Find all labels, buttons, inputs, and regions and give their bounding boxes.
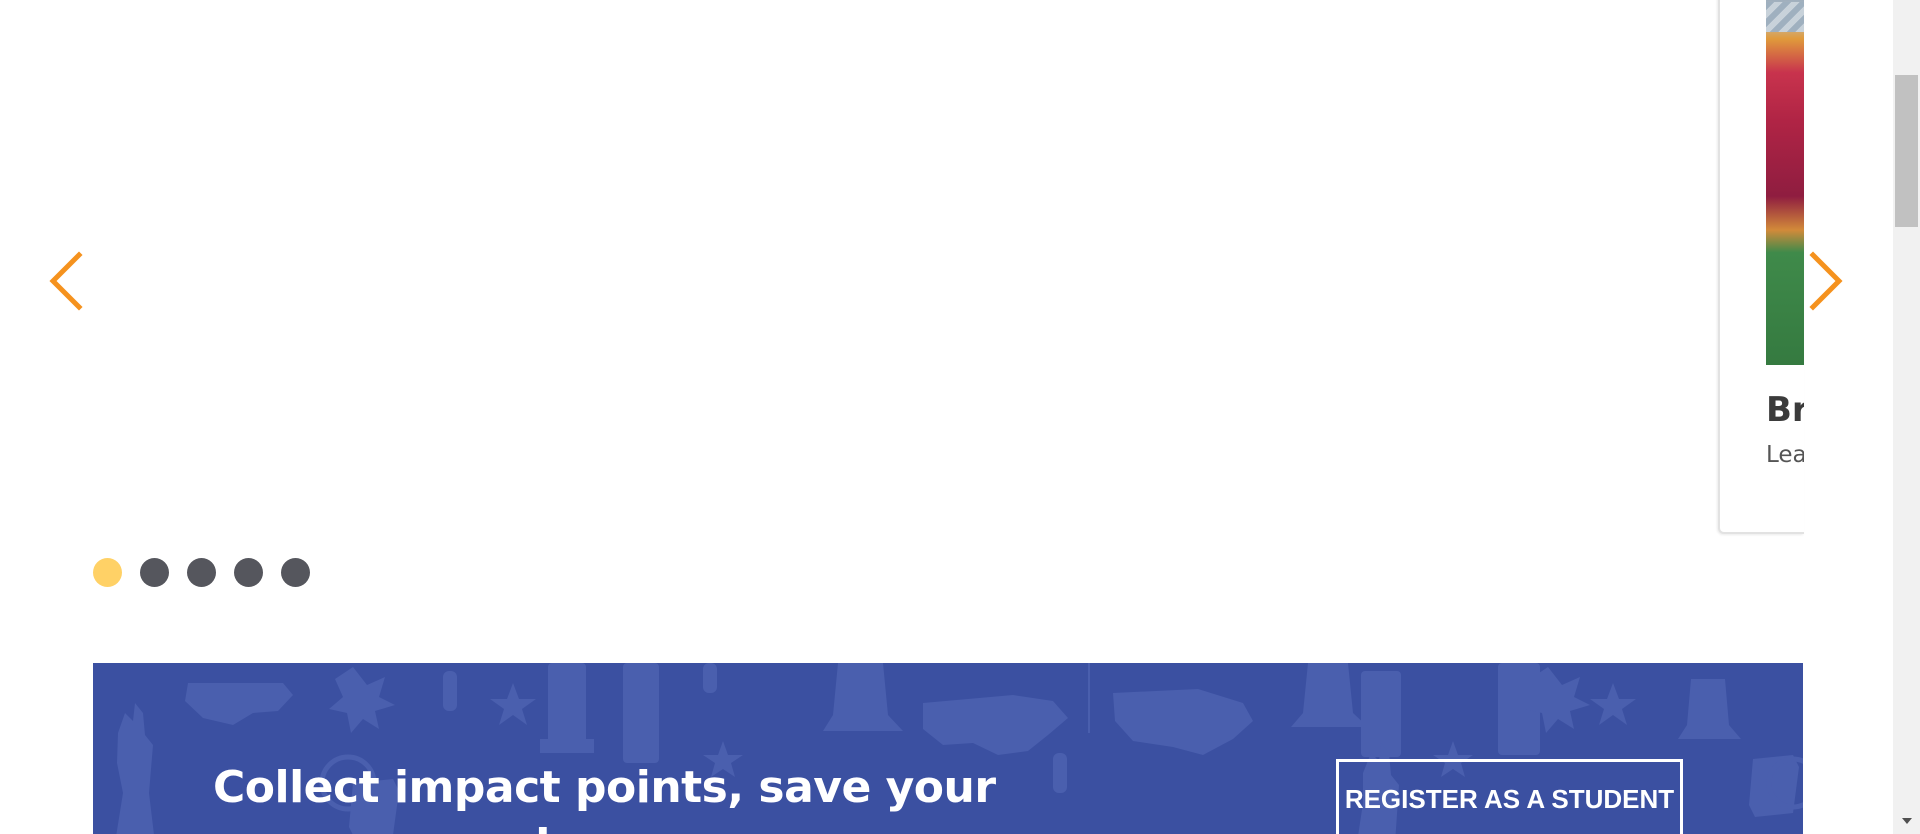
- page-scrollbar[interactable]: [1893, 0, 1920, 834]
- triangle-down-icon: [1901, 818, 1912, 824]
- carousel: Br Lea: [0, 0, 1843, 620]
- chevron-right-icon: [1809, 251, 1843, 311]
- register-banner: Collect impact points, save your progres…: [93, 663, 1803, 834]
- banner-heading: Collect impact points, save your progres…: [213, 762, 996, 834]
- scroll-down-button[interactable]: [1893, 808, 1920, 834]
- register-student-button[interactable]: REGISTER AS A STUDENT: [1336, 759, 1683, 834]
- carousel-dot-2[interactable]: [140, 558, 169, 587]
- carousel-next-button[interactable]: [1802, 246, 1852, 316]
- carousel-dot-3[interactable]: [187, 558, 216, 587]
- carousel-card-peek[interactable]: Br Lea: [1718, 0, 1804, 534]
- carousel-dot-4[interactable]: [234, 558, 263, 587]
- card-title: Br: [1766, 390, 1804, 430]
- carousel-pagination: [93, 558, 310, 587]
- carousel-dot-5[interactable]: [281, 558, 310, 587]
- scrollbar-thumb[interactable]: [1895, 75, 1918, 227]
- carousel-prev-button[interactable]: [40, 246, 90, 316]
- card-image: [1766, 0, 1804, 365]
- chevron-left-icon: [49, 251, 83, 311]
- page: Br Lea: [0, 0, 1920, 834]
- carousel-dot-1[interactable]: [93, 558, 122, 587]
- card-subtitle: Lea: [1766, 442, 1804, 468]
